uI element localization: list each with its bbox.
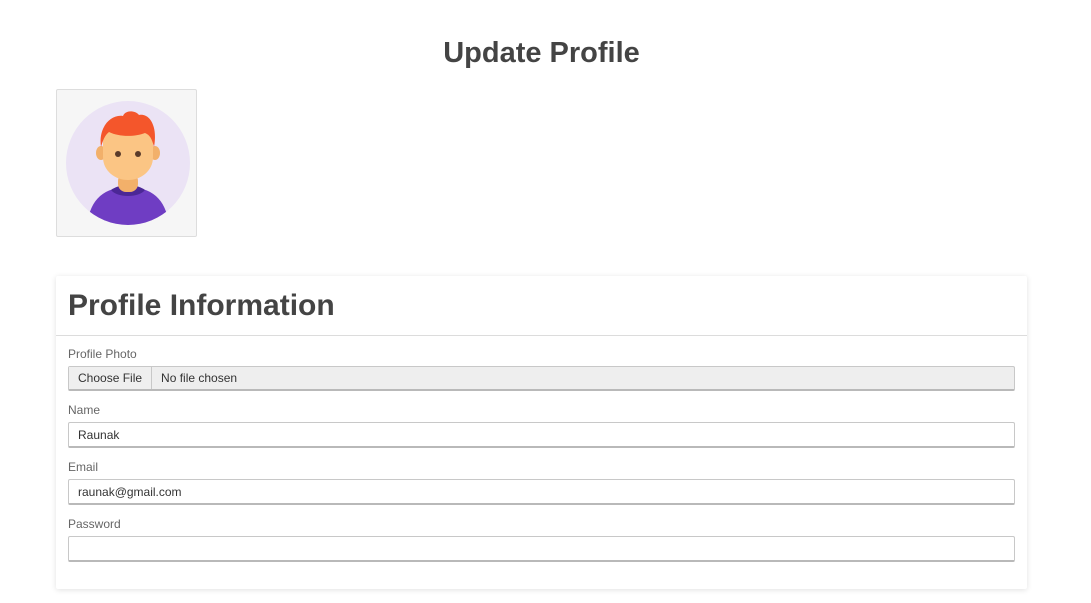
email-field: Email xyxy=(68,460,1015,505)
password-input[interactable] xyxy=(68,536,1015,562)
profile-photo-input[interactable]: Choose File No file chosen xyxy=(68,366,1015,391)
email-label: Email xyxy=(68,460,99,474)
profile-information-card: Profile Information Profile Photo Choose… xyxy=(56,276,1027,589)
user-avatar-icon xyxy=(66,101,190,225)
file-status-text: No file chosen xyxy=(161,371,238,385)
choose-file-button[interactable]: Choose File xyxy=(69,367,153,389)
profile-form: Profile Photo Choose File No file chosen… xyxy=(56,336,1027,562)
profile-photo-label: Profile Photo xyxy=(68,347,137,361)
page-title: Update Profile xyxy=(443,37,640,70)
name-label: Name xyxy=(68,403,101,417)
card-title: Profile Information xyxy=(68,289,335,322)
email-input[interactable] xyxy=(68,479,1015,505)
password-label: Password xyxy=(68,517,121,531)
card-header: Profile Information xyxy=(56,276,1027,336)
password-field: Password xyxy=(68,517,1015,562)
update-profile-page: Update Profile Profile Information Profi… xyxy=(0,0,1091,603)
name-field: Name xyxy=(68,403,1015,448)
avatar xyxy=(56,89,197,237)
profile-photo-field: Profile Photo Choose File No file chosen xyxy=(68,347,1015,391)
name-input[interactable] xyxy=(68,422,1015,448)
